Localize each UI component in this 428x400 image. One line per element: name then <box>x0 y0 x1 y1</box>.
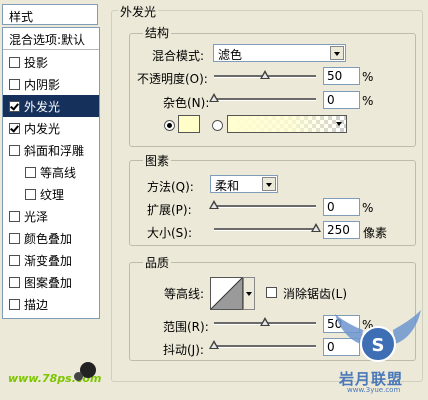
wings-icon: S <box>335 310 421 362</box>
size-input[interactable]: 250 <box>323 221 360 239</box>
outer-glow-title: 外发光 <box>118 3 159 20</box>
styles-header[interactable]: 样式 <box>2 4 98 25</box>
chevron-down-icon <box>262 177 276 191</box>
size-slider-thumb[interactable] <box>311 223 321 232</box>
style-item[interactable]: 斜面和浮雕 <box>3 139 99 161</box>
method-label: 方法(Q): <box>147 180 194 194</box>
spread-slider-thumb[interactable] <box>209 200 219 209</box>
noise-slider-thumb[interactable] <box>209 93 219 102</box>
style-item-label: 外发光 <box>24 100 61 114</box>
style-item-label: 等高线 <box>40 166 77 180</box>
spread-label: 扩展(P): <box>147 203 192 217</box>
antialias-checkbox[interactable] <box>266 287 277 298</box>
style-item-label: 纹理 <box>40 188 65 202</box>
style-checkbox[interactable] <box>9 79 20 90</box>
gradient-radio[interactable] <box>212 120 223 131</box>
noise-slider[interactable] <box>209 93 316 105</box>
style-checkbox[interactable] <box>9 57 20 68</box>
antialias-label: 消除锯齿(L) <box>283 287 348 301</box>
elements-title: 图素 <box>143 152 172 169</box>
range-label: 范围(R): <box>163 320 209 334</box>
watermark-logo: S 岩月联盟 www.3yue.com <box>333 302 423 398</box>
opacity-slider-thumb[interactable] <box>260 70 270 79</box>
style-checkbox[interactable] <box>9 233 20 244</box>
style-item[interactable]: 内阴影 <box>3 73 99 95</box>
style-item-label: 内阴影 <box>24 78 61 92</box>
opacity-unit: % <box>362 70 374 84</box>
size-slider[interactable] <box>214 223 321 235</box>
style-checkbox[interactable] <box>9 211 20 222</box>
style-item[interactable]: 内发光 <box>3 117 99 139</box>
style-item-label: 颜色叠加 <box>24 232 73 246</box>
opacity-label: 不透明度(O): <box>137 72 208 86</box>
size-label: 大小(S): <box>147 226 193 240</box>
style-item[interactable]: 纹理 <box>3 183 99 205</box>
solid-color-radio[interactable] <box>164 120 175 131</box>
blend-options-item[interactable]: 混合选项:默认 <box>3 28 99 50</box>
spread-unit: % <box>362 201 374 215</box>
glow-color-swatch[interactable] <box>178 115 200 133</box>
style-checkbox[interactable] <box>9 123 20 134</box>
style-item-label: 图案叠加 <box>24 276 73 290</box>
style-checkbox[interactable] <box>9 101 20 112</box>
size-unit: 像素 <box>363 226 388 240</box>
chevron-down-icon <box>333 117 345 131</box>
style-item[interactable]: 等高线 <box>3 161 99 183</box>
style-checkbox[interactable] <box>9 255 20 266</box>
watermark-url: www.3yue.com <box>347 386 401 394</box>
blend-mode-value: 滤色 <box>218 48 243 62</box>
contour-curve-icon <box>211 278 242 309</box>
method-value: 柔和 <box>215 179 240 193</box>
jitter-slider-thumb[interactable] <box>209 340 219 349</box>
noise-label: 杂色(N): <box>163 96 210 110</box>
method-select[interactable]: 柔和 <box>210 175 278 193</box>
style-item-label: 内发光 <box>24 122 61 136</box>
svg-text:S: S <box>372 335 385 356</box>
noise-unit: % <box>362 94 374 108</box>
range-slider[interactable] <box>214 317 316 329</box>
spread-input[interactable]: 0 <box>323 198 360 216</box>
style-item-label: 斜面和浮雕 <box>24 144 85 158</box>
blend-mode-select[interactable]: 滤色 <box>213 44 346 62</box>
style-item-label: 投影 <box>24 56 49 70</box>
style-item[interactable]: 描边 <box>3 293 99 315</box>
contour-dropdown[interactable] <box>243 277 255 310</box>
range-slider-thumb[interactable] <box>260 317 270 326</box>
chevron-down-icon <box>330 46 344 60</box>
contour-preview[interactable] <box>210 277 243 310</box>
quality-title: 品质 <box>143 254 172 271</box>
structure-title: 结构 <box>143 24 172 41</box>
jitter-label: 抖动(J): <box>163 343 204 357</box>
gradient-picker[interactable] <box>227 115 347 133</box>
contour-label: 等高线: <box>164 287 205 301</box>
style-item[interactable]: 图案叠加 <box>3 271 99 293</box>
style-item-label: 光泽 <box>24 210 49 224</box>
styles-panel: 样式 混合选项:默认 投影内阴影外发光内发光斜面和浮雕等高线纹理光泽颜色叠加渐变… <box>0 0 103 400</box>
style-item-label: 渐变叠加 <box>24 254 73 268</box>
style-item[interactable]: 投影 <box>3 51 99 73</box>
style-checkbox[interactable] <box>9 299 20 310</box>
style-checkbox[interactable] <box>25 189 36 200</box>
noise-input[interactable]: 0 <box>323 91 360 109</box>
style-checkbox[interactable] <box>25 167 36 178</box>
style-item[interactable]: 外发光 <box>3 95 99 117</box>
style-item[interactable]: 颜色叠加 <box>3 227 99 249</box>
spread-slider[interactable] <box>209 200 316 212</box>
style-checkbox[interactable] <box>9 277 20 288</box>
style-item[interactable]: 渐变叠加 <box>3 249 99 271</box>
mascot-body-icon <box>74 372 83 381</box>
jitter-slider[interactable] <box>209 340 316 352</box>
opacity-slider[interactable] <box>214 70 316 82</box>
style-item-label: 描边 <box>24 298 49 312</box>
blend-mode-label: 混合模式: <box>152 49 205 63</box>
style-item[interactable]: 光泽 <box>3 205 99 227</box>
style-checkbox[interactable] <box>9 145 20 156</box>
opacity-input[interactable]: 50 <box>323 67 360 85</box>
